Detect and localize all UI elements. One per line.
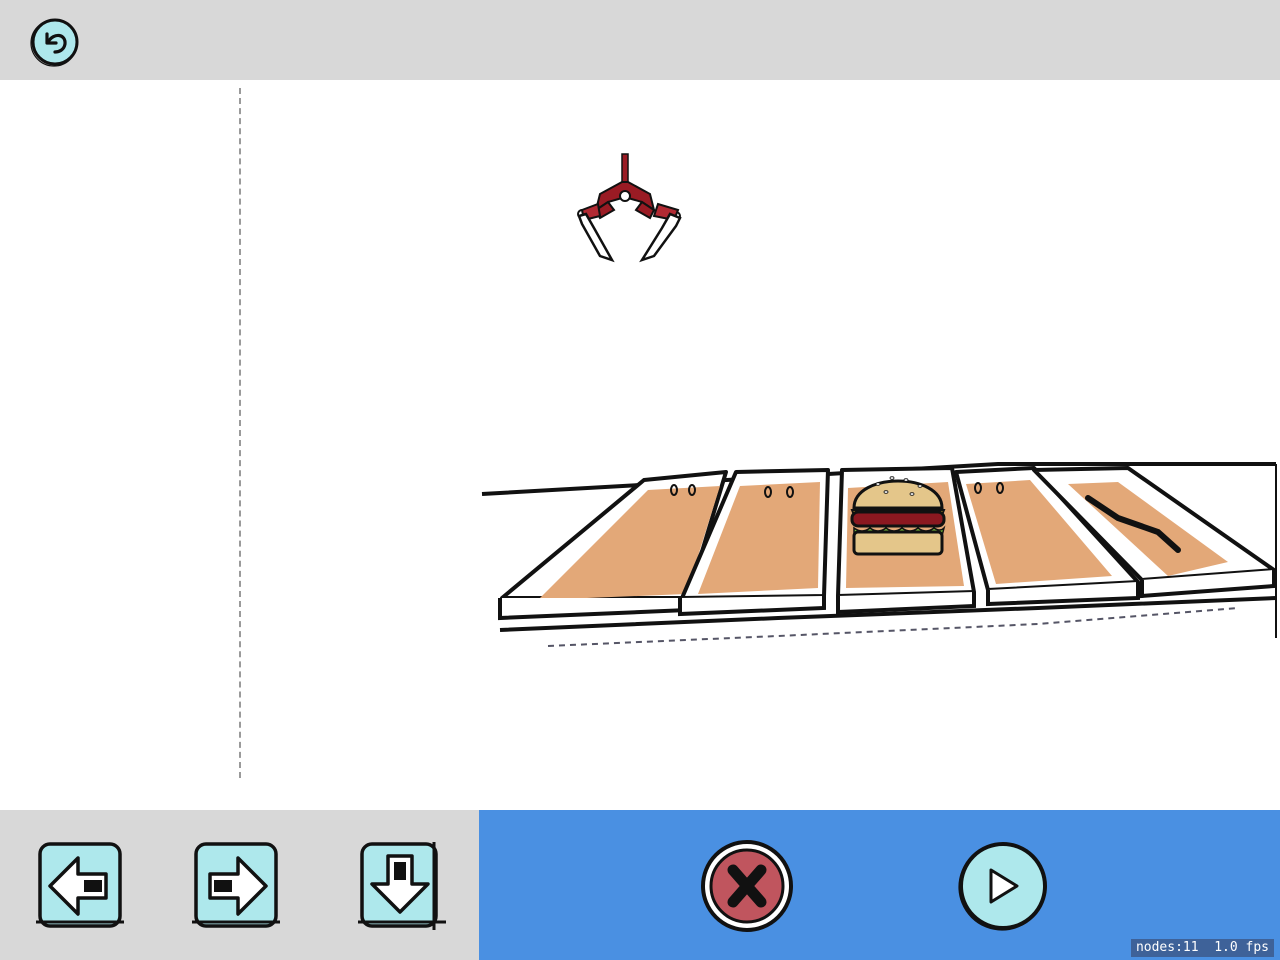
burger [850, 476, 946, 556]
debug-stats-overlay: nodes:11 1.0 fps [1130, 939, 1274, 957]
play-icon [958, 842, 1047, 931]
command-palette [0, 810, 479, 960]
robot-claw [577, 153, 682, 263]
move-right-button[interactable] [190, 838, 282, 932]
arrow-down-icon [358, 842, 446, 930]
boundary-divider [239, 88, 241, 778]
clear-program-button[interactable] [697, 836, 797, 936]
top-toolbar [0, 0, 1280, 80]
arrow-left-icon [36, 842, 124, 928]
run-program-button[interactable] [953, 836, 1053, 936]
move-down-button[interactable] [356, 838, 448, 932]
move-left-button[interactable] [34, 838, 126, 932]
program-bar [479, 810, 1280, 960]
close-icon [701, 840, 793, 932]
game-scene [0, 80, 1280, 810]
back-button[interactable] [28, 16, 82, 68]
undo-arrow-icon [30, 18, 79, 67]
arrow-right-icon [192, 842, 280, 928]
